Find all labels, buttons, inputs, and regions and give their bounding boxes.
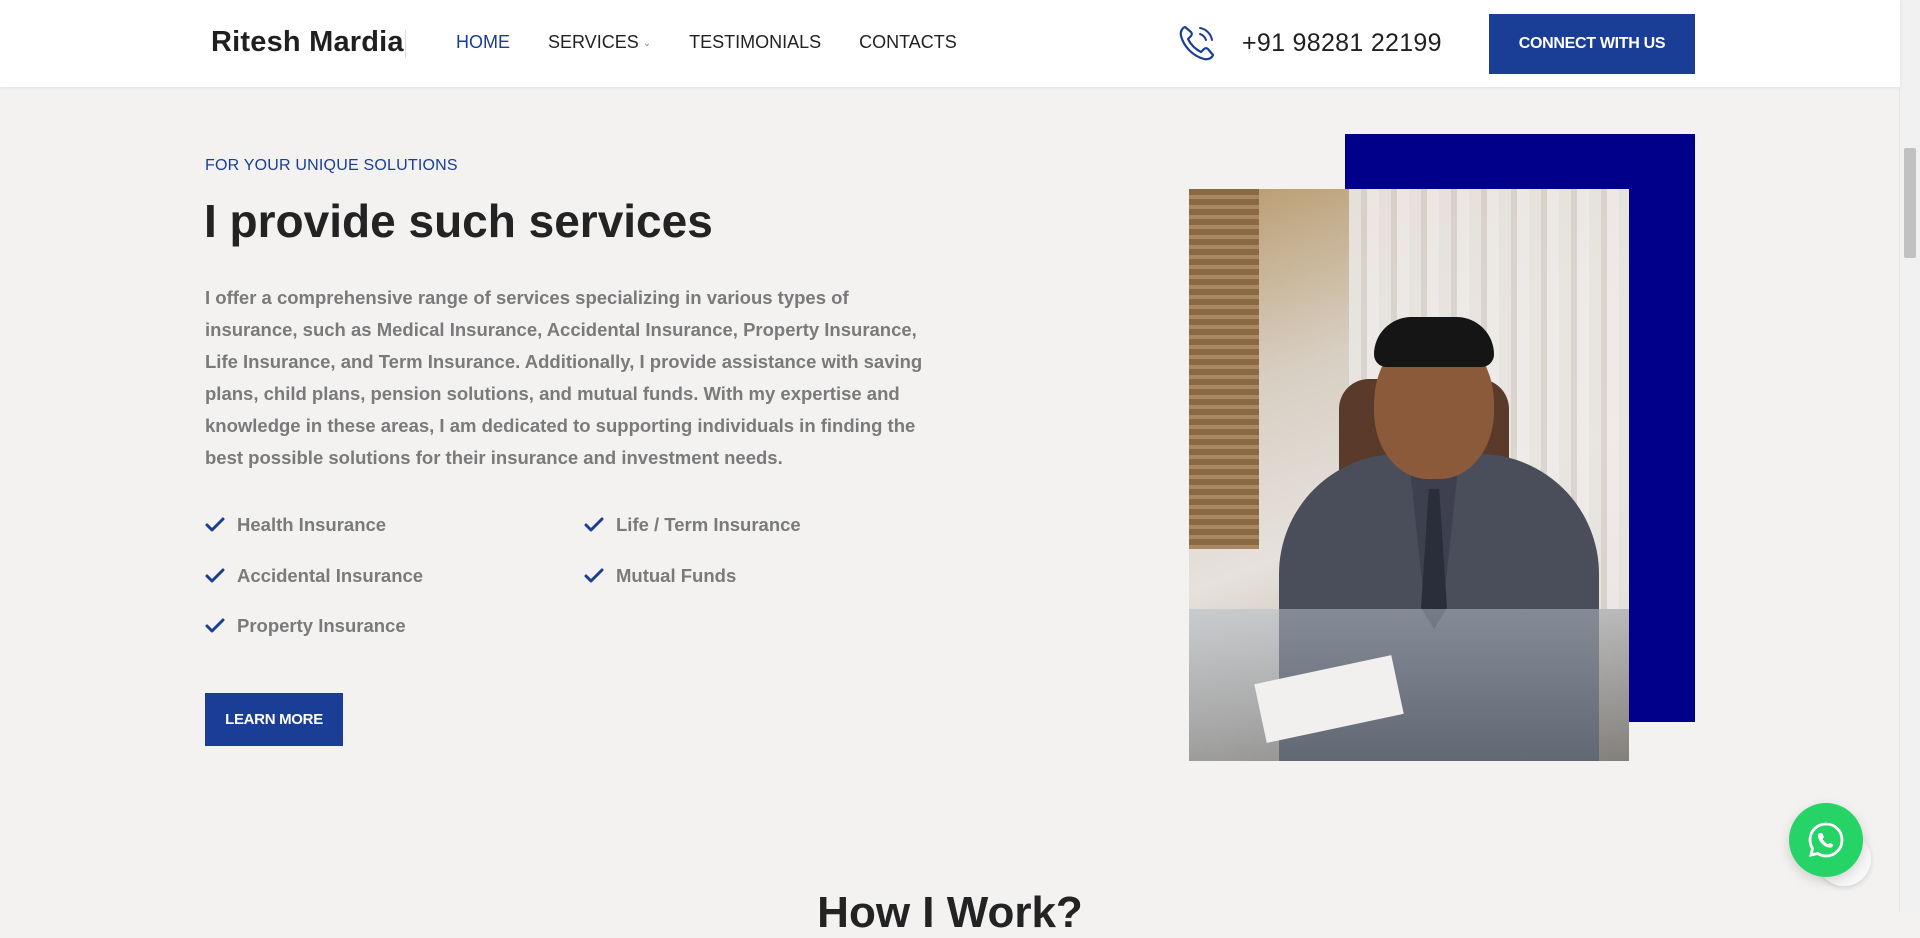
phone-number[interactable]: +91 98281 22199 bbox=[1242, 29, 1442, 58]
feature-label: Accidental Insurance bbox=[237, 565, 424, 586]
feature-label: Mutual Funds bbox=[616, 565, 737, 586]
whatsapp-button[interactable] bbox=[1789, 803, 1863, 877]
window-blind bbox=[1189, 189, 1259, 549]
person-hair bbox=[1374, 317, 1494, 367]
next-section-heading: How I Work? bbox=[817, 888, 1083, 937]
feature-label: Health Insurance bbox=[237, 514, 387, 535]
chevron-down-icon: ⌄ bbox=[642, 38, 652, 49]
feature-item: Health Insurance bbox=[205, 514, 386, 536]
check-icon bbox=[205, 618, 225, 633]
main-nav: HOME SERVICES ⌄ TESTIMONIALS CONTACTS bbox=[456, 32, 957, 53]
nav-services[interactable]: SERVICES ⌄ bbox=[548, 32, 651, 53]
portrait-photo bbox=[1189, 189, 1629, 761]
feature-item: Property Insurance bbox=[205, 615, 406, 637]
scrollbar-thumb[interactable] bbox=[1904, 148, 1916, 258]
feature-item: Life / Term Insurance bbox=[584, 514, 801, 536]
check-icon bbox=[584, 517, 604, 532]
nav-home-label: HOME bbox=[456, 32, 510, 52]
nav-home[interactable]: HOME bbox=[456, 32, 510, 53]
check-icon bbox=[584, 568, 604, 583]
nav-testimonials-label: TESTIMONIALS bbox=[689, 32, 822, 52]
check-icon bbox=[205, 517, 225, 532]
site-header: Ritesh Mardia HOME SERVICES ⌄ TESTIMONIAL… bbox=[0, 0, 1900, 87]
brand-divider bbox=[405, 30, 406, 58]
feature-label: Property Insurance bbox=[237, 615, 406, 636]
section-description: I offer a comprehensive range of service… bbox=[205, 287, 923, 468]
section-title: I provide such services bbox=[204, 195, 713, 247]
brand-logo[interactable]: Ritesh Mardia bbox=[211, 26, 404, 59]
phone-icon[interactable] bbox=[1176, 22, 1218, 64]
check-icon bbox=[205, 568, 225, 583]
nav-contacts[interactable]: CONTACTS bbox=[859, 32, 957, 53]
nav-testimonials[interactable]: TESTIMONIALS bbox=[689, 32, 821, 53]
feature-item: Accidental Insurance bbox=[205, 565, 423, 587]
page-scrollbar[interactable] bbox=[1899, 0, 1920, 912]
nav-services-label: SERVICES bbox=[548, 32, 639, 52]
section-eyebrow: FOR YOUR UNIQUE SOLUTIONS bbox=[205, 157, 458, 174]
nav-contacts-label: CONTACTS bbox=[859, 32, 957, 52]
learn-more-button[interactable]: LEARN MORE bbox=[205, 693, 343, 746]
whatsapp-icon bbox=[1808, 822, 1844, 858]
connect-with-us-button[interactable]: CONNECT WITH US bbox=[1489, 14, 1695, 74]
feature-label: Life / Term Insurance bbox=[616, 514, 801, 535]
feature-item: Mutual Funds bbox=[584, 565, 736, 587]
